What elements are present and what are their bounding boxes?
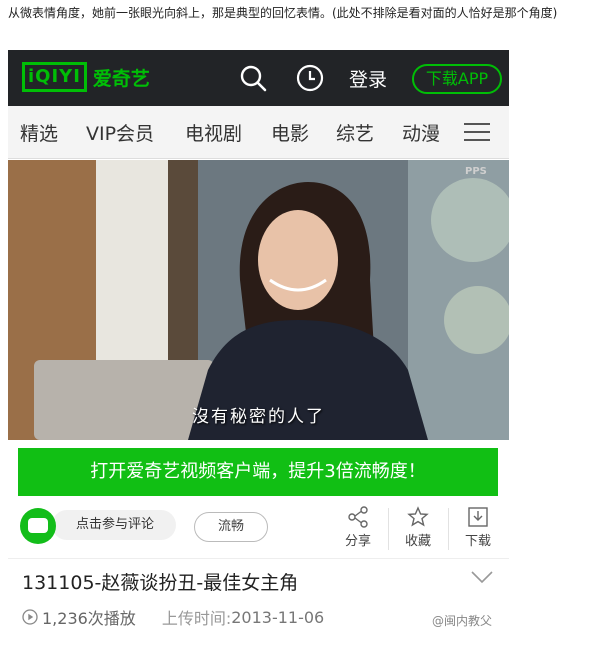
- search-icon[interactable]: [239, 64, 267, 92]
- share-label: 分享: [344, 534, 371, 549]
- play-count: 1,236次播放: [42, 609, 136, 628]
- play-count-icon: [22, 609, 38, 625]
- nav-item-anime[interactable]: 动漫: [402, 119, 440, 146]
- download-button[interactable]: 下载: [458, 506, 498, 549]
- video-player[interactable]: PPS 沒有秘密的人了: [8, 160, 509, 440]
- iqiyi-logo[interactable]: iQIYI 爱奇艺: [22, 62, 150, 92]
- video-frame: [8, 160, 509, 440]
- comment-input[interactable]: 点击参与评论: [52, 510, 176, 540]
- nav-item-featured[interactable]: 精选: [20, 119, 58, 146]
- upload-date: 2013-11-06: [231, 607, 325, 627]
- login-button[interactable]: 登录: [349, 65, 387, 92]
- nav-item-variety[interactable]: 综艺: [336, 119, 374, 146]
- video-meta: 1,236次播放 上传时间: 2013-11-06: [22, 605, 324, 629]
- nav-item-movies[interactable]: 电影: [271, 119, 309, 146]
- video-title: 131105-赵薇谈扮丑-最佳女主角: [22, 572, 299, 594]
- logo-mark: iQIYI: [22, 62, 87, 92]
- quality-button[interactable]: 流畅: [194, 512, 268, 542]
- star-icon: [407, 506, 429, 527]
- download-app-button[interactable]: 下载APP: [412, 64, 502, 94]
- nav-item-tv[interactable]: 电视剧: [185, 119, 242, 146]
- clock-icon[interactable]: [296, 64, 324, 92]
- hamburger-icon[interactable]: [464, 123, 490, 147]
- top-bar: iQIYI 爱奇艺 登录 下载APP: [8, 50, 509, 106]
- collect-label: 收藏: [404, 534, 431, 549]
- download-label: 下载: [464, 534, 491, 549]
- logo-text: 爱奇艺: [92, 67, 150, 90]
- open-app-banner[interactable]: 打开爱奇艺视频客户端，提升3倍流畅度！: [18, 448, 498, 496]
- divider: [388, 508, 389, 550]
- chevron-down-icon[interactable]: [470, 570, 494, 584]
- action-bar: 点击参与评论 流畅 分享 收藏 下载: [8, 502, 509, 559]
- article-caption: 从微表情角度，她前一张眼光向斜上，那是典型的回忆表情。(此处不排除是看对面的人恰…: [8, 6, 558, 20]
- nav-item-vip[interactable]: VIP会员: [86, 119, 154, 146]
- mobile-page-screenshot: iQIYI 爱奇艺 登录 下载APP 精选 VIP会员 电视剧 电影 综艺 动漫: [8, 50, 509, 650]
- category-nav: 精选 VIP会员 电视剧 电影 综艺 动漫: [8, 106, 509, 159]
- upload-label: 上传时间:: [161, 609, 232, 628]
- chat-bubble-icon[interactable]: [20, 508, 56, 544]
- pps-watermark: PPS: [465, 166, 487, 177]
- divider: [448, 508, 449, 550]
- download-icon: [468, 507, 488, 527]
- share-icon: [348, 506, 368, 528]
- collect-button[interactable]: 收藏: [398, 506, 438, 549]
- weibo-watermark: @闽内教父: [432, 614, 493, 628]
- share-button[interactable]: 分享: [338, 506, 378, 549]
- video-subtitle: 沒有秘密的人了: [192, 407, 325, 427]
